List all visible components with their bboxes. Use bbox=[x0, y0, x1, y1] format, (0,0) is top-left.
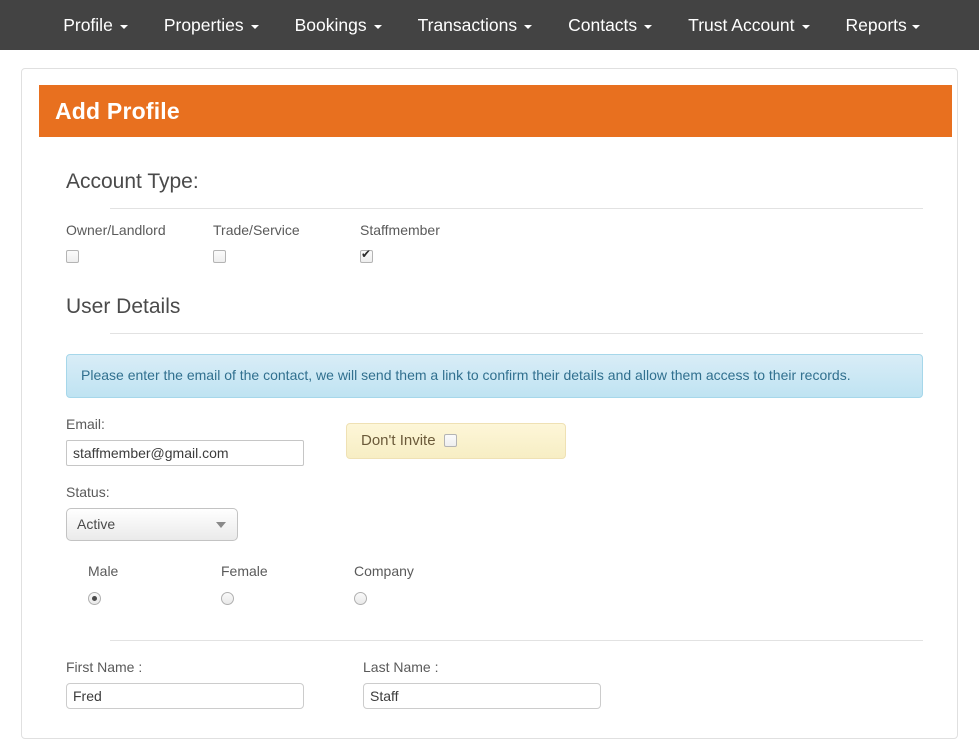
section-divider bbox=[110, 639, 923, 641]
gender-company-label: Company bbox=[354, 562, 414, 579]
dont-invite-checkbox[interactable] bbox=[443, 434, 457, 448]
panel-header: Add Profile bbox=[39, 85, 952, 137]
gender-option-company: Company bbox=[354, 563, 487, 608]
status-select-wrapper: Active bbox=[66, 507, 238, 541]
account-type-staffmember-checkbox[interactable] bbox=[360, 248, 373, 264]
gender-company-radio[interactable] bbox=[354, 592, 367, 606]
navbar-menu: Profile Properties Bookings Transactions… bbox=[45, 0, 934, 50]
first-name-field-group: First Name : bbox=[66, 659, 363, 709]
account-type-heading: Account Type: bbox=[66, 170, 199, 193]
chevron-down-icon bbox=[801, 24, 810, 29]
chevron-down-icon bbox=[644, 24, 653, 29]
status-select[interactable]: Active bbox=[66, 507, 238, 541]
email-info-alert: Please enter the email of the contact, w… bbox=[66, 354, 923, 398]
account-type-option-owner: Owner/Landlord bbox=[66, 222, 213, 266]
first-name-label: First Name : bbox=[66, 658, 143, 675]
main-navbar: Profile Properties Bookings Transactions… bbox=[0, 0, 979, 50]
chevron-down-icon bbox=[524, 24, 533, 29]
status-field-group: Status: Active bbox=[66, 484, 238, 541]
dont-invite-box: Don't Invite bbox=[346, 422, 566, 459]
nav-item-trust-account[interactable]: Trust Account bbox=[670, 0, 827, 50]
dont-invite-label: Don't Invite bbox=[361, 432, 436, 450]
last-name-input[interactable] bbox=[363, 682, 601, 709]
last-name-field-group: Last Name : bbox=[363, 659, 601, 709]
section-divider bbox=[110, 333, 923, 335]
nav-item-properties-label: Properties bbox=[163, 15, 244, 35]
account-type-owner-label: Owner/Landlord bbox=[66, 222, 166, 239]
nav-item-profile-label: Profile bbox=[63, 15, 113, 35]
account-type-option-staffmember: Staffmember bbox=[360, 222, 507, 266]
panel-body: Account Type: Owner/Landlord Trade/Servi… bbox=[22, 137, 957, 738]
nav-item-reports[interactable]: Reports bbox=[828, 0, 934, 50]
last-name-label: Last Name : bbox=[363, 658, 439, 675]
nav-item-properties[interactable]: Properties bbox=[146, 0, 277, 50]
gender-option-female: Female bbox=[221, 563, 354, 608]
email-field-group: Email: bbox=[66, 416, 304, 466]
account-type-staffmember-label: Staffmember bbox=[360, 222, 440, 239]
email-input[interactable] bbox=[66, 439, 304, 466]
nav-item-profile[interactable]: Profile bbox=[45, 0, 146, 50]
chevron-down-icon bbox=[373, 24, 382, 29]
email-row: Email: Don't Invite bbox=[66, 416, 923, 466]
page-title: Add Profile bbox=[55, 97, 180, 124]
section-divider bbox=[110, 208, 923, 210]
gender-male-radio[interactable] bbox=[88, 592, 101, 606]
email-label: Email: bbox=[66, 415, 105, 432]
nav-item-trust-account-label: Trust Account bbox=[688, 15, 795, 35]
status-row: Status: Active bbox=[66, 484, 923, 541]
nav-item-bookings[interactable]: Bookings bbox=[277, 0, 400, 50]
account-type-trade-checkbox[interactable] bbox=[213, 250, 226, 264]
gender-female-radio[interactable] bbox=[221, 592, 234, 606]
user-details-heading: User Details bbox=[66, 295, 181, 319]
account-type-trade-label: Trade/Service bbox=[213, 222, 300, 239]
chevron-down-icon bbox=[911, 24, 920, 29]
nav-item-bookings-label: Bookings bbox=[294, 15, 367, 35]
add-profile-panel: Add Profile Account Type: Owner/Landlord… bbox=[21, 68, 958, 739]
nav-item-reports-label: Reports bbox=[845, 15, 907, 35]
nav-item-contacts[interactable]: Contacts bbox=[550, 0, 670, 50]
gender-male-label: Male bbox=[88, 562, 119, 579]
nav-item-contacts-label: Contacts bbox=[568, 15, 638, 35]
gender-option-male: Male bbox=[88, 563, 221, 608]
nav-item-transactions[interactable]: Transactions bbox=[400, 0, 551, 50]
gender-female-label: Female bbox=[221, 562, 268, 579]
first-name-input[interactable] bbox=[66, 682, 304, 709]
status-label: Status: bbox=[66, 483, 110, 500]
page-content: Add Profile Account Type: Owner/Landlord… bbox=[0, 50, 979, 739]
gender-options: Male Female Company bbox=[66, 563, 923, 608]
nav-item-transactions-label: Transactions bbox=[417, 15, 518, 35]
account-type-owner-checkbox[interactable] bbox=[66, 250, 79, 264]
account-type-options: Owner/Landlord Trade/Service Staffmember bbox=[66, 222, 923, 266]
chevron-down-icon bbox=[250, 24, 259, 29]
account-type-option-trade: Trade/Service bbox=[213, 222, 360, 266]
chevron-down-icon bbox=[119, 24, 128, 29]
name-row: First Name : Last Name : bbox=[66, 659, 923, 709]
